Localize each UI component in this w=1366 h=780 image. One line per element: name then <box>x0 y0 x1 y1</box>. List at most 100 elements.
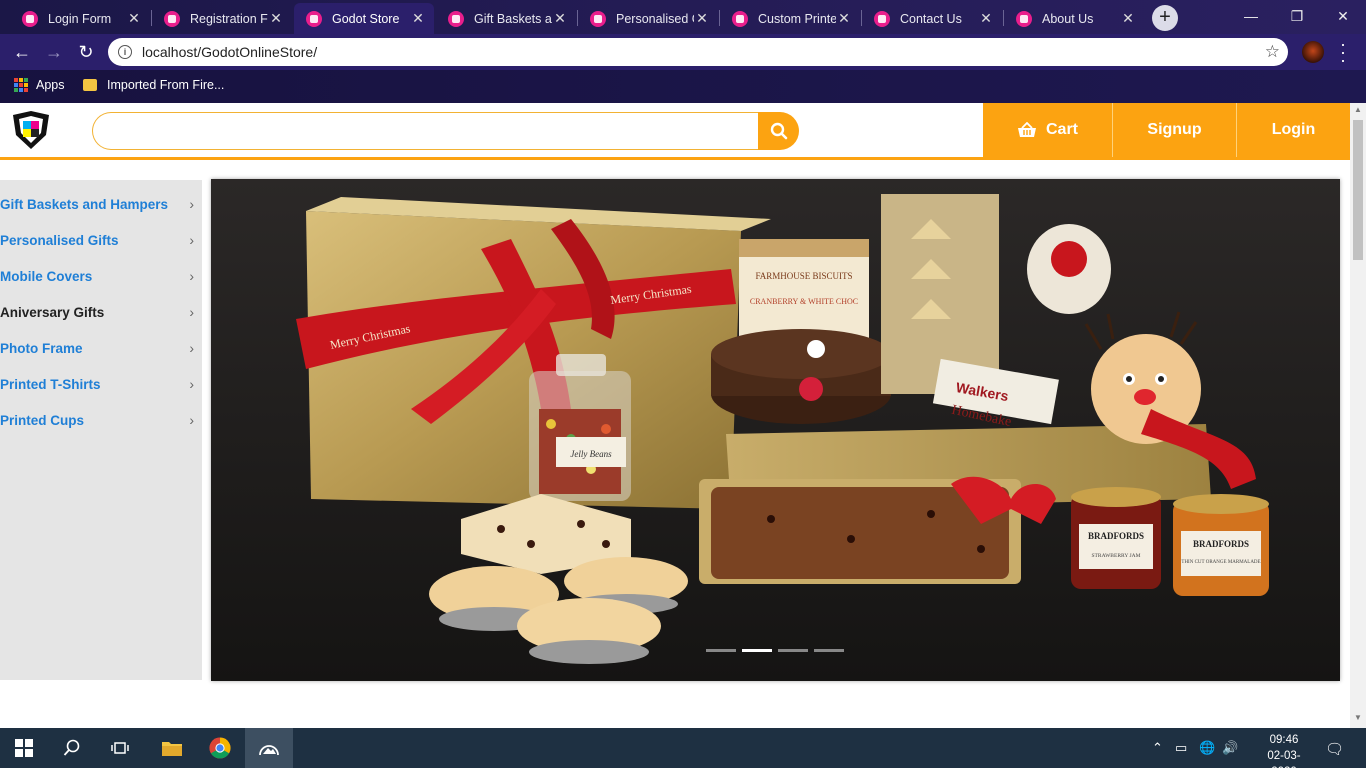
windows-logo-icon <box>15 739 33 757</box>
web-page: Cart Signup Login Gift Baskets and Hampe… <box>0 103 1350 728</box>
sidebar-item-photo-frame[interactable]: Photo Frame › <box>0 330 202 366</box>
back-icon[interactable]: ← <box>10 40 34 64</box>
basket-icon <box>1017 122 1036 137</box>
search-input[interactable] <box>92 112 764 150</box>
carousel-indicator[interactable] <box>706 649 736 652</box>
tab-title: Login Form <box>48 11 112 26</box>
sidebar-item-mobile-covers[interactable]: Mobile Covers › <box>0 258 202 294</box>
sidebar-item-printed-tshirts[interactable]: Printed T-Shirts › <box>0 366 202 402</box>
tray-chevron-icon[interactable]: ⌃ <box>1152 740 1163 756</box>
tab-personalised-gifts[interactable]: Personalised G ✕ <box>578 3 718 34</box>
volume-icon[interactable]: 🔊 <box>1222 740 1238 756</box>
start-button[interactable] <box>0 728 48 768</box>
jam-marmalade-label: THIN CUT ORANGE MARMALADE <box>1181 560 1260 565</box>
site-favicon-icon <box>590 10 606 27</box>
close-tab-icon[interactable]: ✕ <box>978 10 994 27</box>
bookmark-imported-folder[interactable]: Imported From Fire... <box>83 78 224 92</box>
close-tab-icon[interactable]: ✕ <box>126 10 142 27</box>
site-favicon-icon <box>22 10 38 27</box>
bookmark-star-icon[interactable]: ☆ <box>1265 42 1280 62</box>
minimize-icon[interactable]: — <box>1228 0 1274 32</box>
tab-registration-form[interactable]: Registration Fo ✕ <box>152 3 292 34</box>
close-tab-icon[interactable]: ✕ <box>268 10 284 27</box>
clock-date: 02-03-2020 <box>1267 750 1301 778</box>
category-label: Mobile Covers <box>0 268 93 284</box>
biscuits-label: FARMHOUSE BISCUITS <box>755 271 852 281</box>
jam-strawberry-label: STRAWBERRY JAM <box>1091 553 1140 559</box>
address-bar[interactable]: i localhost/GodotOnlineStore/ ☆ <box>108 38 1288 66</box>
battery-icon[interactable]: ▭ <box>1175 740 1187 756</box>
site-favicon-icon <box>732 10 748 27</box>
chrome-icon <box>209 737 231 759</box>
sidebar-item-personalised-gifts[interactable]: Personalised Gifts › <box>0 222 202 258</box>
site-favicon-icon <box>306 10 322 27</box>
cart-button[interactable]: Cart <box>983 103 1112 157</box>
forward-icon[interactable]: → <box>42 40 66 64</box>
carousel-indicator[interactable] <box>814 649 844 652</box>
photos-icon <box>259 745 279 756</box>
tab-title: Personalised G <box>616 11 694 26</box>
site-header: Cart Signup Login <box>0 103 1350 160</box>
search-button[interactable] <box>758 112 799 150</box>
close-tab-icon[interactable]: ✕ <box>1120 10 1136 27</box>
browser-menu-icon[interactable]: · · · <box>1340 35 1346 69</box>
close-tab-icon[interactable]: ✕ <box>694 10 710 27</box>
page-scrollbar[interactable]: ▲ ▼ <box>1350 103 1366 728</box>
task-view-icon <box>111 742 129 754</box>
scroll-down-icon[interactable]: ▼ <box>1353 713 1363 722</box>
jam-brand-label: BRADFORDS <box>1088 531 1144 541</box>
sidebar-item-aniversary-gifts[interactable]: Aniversary Gifts › <box>0 294 202 330</box>
category-label: Gift Baskets and Hampers <box>0 196 169 212</box>
tab-gift-baskets[interactable]: Gift Baskets an ✕ <box>436 3 576 34</box>
jar-label: Jelly Beans <box>570 449 612 459</box>
notifications-icon[interactable]: 🗨 <box>1325 740 1344 758</box>
reload-icon[interactable]: ↻ <box>74 40 98 64</box>
hero-carousel[interactable]: Merry Christmas Merry Christmas FARMHOUS… <box>211 179 1340 681</box>
close-window-icon[interactable]: ✕ <box>1320 0 1366 32</box>
category-label: Printed T-Shirts <box>0 376 101 392</box>
sidebar-item-printed-cups[interactable]: Printed Cups › <box>0 402 202 438</box>
close-tab-icon[interactable]: ✕ <box>410 10 426 27</box>
network-icon[interactable]: 🌐 <box>1199 740 1215 756</box>
chevron-right-icon: › <box>189 412 194 428</box>
tab-contact-us[interactable]: Contact Us ✕ <box>862 3 1002 34</box>
search-icon <box>63 739 80 756</box>
jam-brand-label: BRADFORDS <box>1193 539 1249 549</box>
sidebar-item-gift-baskets[interactable]: Gift Baskets and Hampers › <box>0 186 202 222</box>
christmas-hamper-image: Merry Christmas Merry Christmas FARMHOUS… <box>211 179 1340 681</box>
chrome-button[interactable] <box>196 728 244 768</box>
category-sidebar: Gift Baskets and Hampers › Personalised … <box>0 180 202 680</box>
search-taskbar-button[interactable] <box>48 728 96 768</box>
bookmark-apps[interactable]: Apps <box>14 78 65 92</box>
new-tab-button[interactable]: + <box>1152 5 1178 31</box>
category-label: Photo Frame <box>0 340 83 356</box>
system-clock[interactable]: 09:46 02-03-2020 <box>1256 732 1312 780</box>
profile-avatar[interactable] <box>1302 41 1324 63</box>
close-tab-icon[interactable]: ✕ <box>836 10 852 27</box>
photos-app-button[interactable] <box>245 728 293 768</box>
task-view-button[interactable] <box>96 728 144 768</box>
site-favicon-icon <box>874 10 890 27</box>
restore-icon[interactable]: ❐ <box>1274 0 1320 32</box>
bookmark-label: Imported From Fire... <box>107 78 225 92</box>
info-icon[interactable]: i <box>118 45 132 59</box>
scroll-up-icon[interactable]: ▲ <box>1353 105 1363 114</box>
login-button[interactable]: Login <box>1237 103 1350 157</box>
close-tab-icon[interactable]: ✕ <box>552 10 568 27</box>
category-label: Aniversary Gifts <box>0 304 105 320</box>
scrollbar-thumb[interactable] <box>1353 120 1363 260</box>
carousel-indicator[interactable] <box>778 649 808 652</box>
folder-icon <box>162 742 182 756</box>
folder-icon <box>83 79 97 91</box>
tab-title: Godot Store <box>332 11 400 26</box>
tab-about-us[interactable]: About Us ✕ <box>1004 3 1144 34</box>
signup-button[interactable]: Signup <box>1113 103 1236 157</box>
tab-login-form[interactable]: Login Form ✕ <box>10 3 150 34</box>
tab-title: Contact Us <box>900 11 962 26</box>
carousel-indicator-active[interactable] <box>742 649 772 652</box>
store-logo[interactable] <box>10 109 52 151</box>
file-explorer-button[interactable] <box>148 728 196 768</box>
tab-godot-store[interactable]: Godot Store ✕ <box>294 3 434 34</box>
tab-custom-printed[interactable]: Custom Printe ✕ <box>720 3 860 34</box>
cart-label: Cart <box>1045 121 1078 138</box>
